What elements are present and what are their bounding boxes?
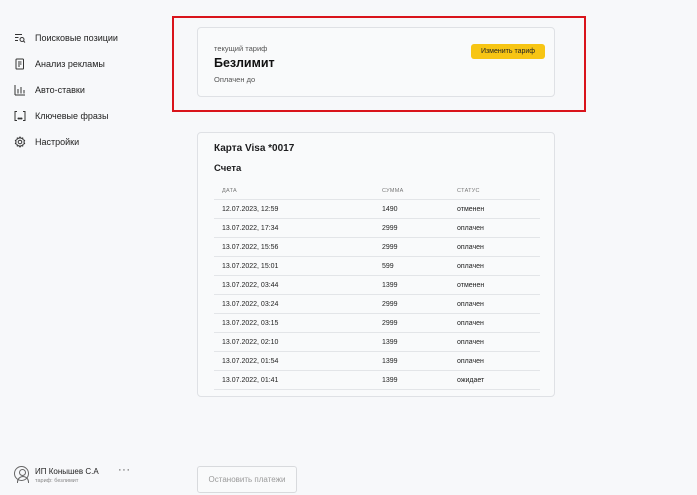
sidebar-item-ad-analysis[interactable]: Анализ рекламы <box>14 56 105 72</box>
sidebar: Поисковые позиции Анализ рекламы Авто-ст… <box>0 0 180 495</box>
row-status: отменен <box>457 205 485 213</box>
more-options-icon[interactable]: ··· <box>118 464 131 476</box>
row-date: 13.07.2022, 15:01 <box>222 262 279 270</box>
column-header-status: СТАТУС <box>457 187 480 194</box>
row-status: оплачен <box>457 243 484 251</box>
sidebar-item-key-phrases[interactable]: Ключевые фразы <box>14 108 108 124</box>
table-header: ДАТА СУММА СТАТУС <box>214 182 540 200</box>
row-date: 13.07.2022, 03:15 <box>222 319 279 327</box>
sidebar-item-label: Настройки <box>35 137 80 147</box>
sidebar-item-label: Ключевые фразы <box>35 111 109 121</box>
row-sum: 1399 <box>382 338 398 346</box>
row-status: оплачен <box>457 338 484 346</box>
row-date: 13.07.2022, 03:24 <box>222 300 279 308</box>
sidebar-item-label: Авто-ставки <box>35 85 85 95</box>
sidebar-item-auto-bids[interactable]: Авто-ставки <box>14 82 85 98</box>
row-sum: 2999 <box>382 300 398 308</box>
row-date: 13.07.2022, 01:54 <box>222 357 279 365</box>
tariff-card: текущий тариф Безлимит Оплачен до Измени… <box>197 27 555 97</box>
sidebar-item-label: Поисковые позиции <box>35 33 118 43</box>
row-sum: 2999 <box>382 243 398 251</box>
card-title: Карта Visa *0017 <box>214 143 295 154</box>
row-sum: 2999 <box>382 224 398 232</box>
table-row: 13.07.2022, 03:24 2999 оплачен <box>214 295 540 314</box>
row-date: 13.07.2022, 01:41 <box>222 376 279 384</box>
bills-table: ДАТА СУММА СТАТУС 12.07.2023, 12:59 1490… <box>214 182 540 390</box>
row-date: 12.07.2023, 12:59 <box>222 205 279 213</box>
row-status: оплачен <box>457 357 484 365</box>
row-status: оплачен <box>457 262 484 270</box>
row-sum: 2999 <box>382 319 398 327</box>
tariff-name: Безлимит <box>214 56 275 70</box>
tariff-label: текущий тариф <box>214 44 268 53</box>
table-row: 13.07.2022, 02:10 1399 оплачен <box>214 333 540 352</box>
table-row: 12.07.2023, 12:59 1490 отменен <box>214 200 540 219</box>
table-row: 13.07.2022, 01:41 1399 ожидает <box>214 371 540 390</box>
table-row: 13.07.2022, 03:44 1399 отменен <box>214 276 540 295</box>
sidebar-item-search-positions[interactable]: Поисковые позиции <box>14 30 118 46</box>
user-avatar-icon <box>14 466 29 483</box>
bills-title: Счета <box>214 163 242 174</box>
column-header-sum: СУММА <box>382 187 404 194</box>
row-sum: 1399 <box>382 281 398 289</box>
row-sum: 1399 <box>382 357 398 365</box>
stop-payments-button[interactable]: Остановить платежи <box>197 466 297 493</box>
row-date: 13.07.2022, 03:44 <box>222 281 279 289</box>
table-row: 13.07.2022, 03:15 2999 оплачен <box>214 314 540 333</box>
row-status: оплачен <box>457 319 484 327</box>
billing-card: Карта Visa *0017 Счета ДАТА СУММА СТАТУС… <box>197 132 555 397</box>
tariff-paid-until: Оплачен до <box>214 75 256 84</box>
user-name: ИП Конышев С.А <box>35 467 99 476</box>
document-icon <box>15 58 24 70</box>
table-row: 13.07.2022, 15:56 2999 оплачен <box>214 238 540 257</box>
row-status: оплачен <box>457 224 484 232</box>
row-date: 13.07.2022, 15:56 <box>222 243 279 251</box>
table-row: 13.07.2022, 01:54 1399 оплачен <box>214 352 540 371</box>
column-header-date: ДАТА <box>222 187 238 194</box>
row-sum: 1490 <box>382 205 398 213</box>
row-sum: 1399 <box>382 376 398 384</box>
bar-chart-icon <box>14 85 25 96</box>
row-date: 13.07.2022, 02:10 <box>222 338 279 346</box>
row-status: отменен <box>457 281 485 289</box>
row-date: 13.07.2022, 17:34 <box>222 224 279 232</box>
search-list-icon <box>15 34 26 43</box>
table-row: 13.07.2022, 15:01 599 оплачен <box>214 257 540 276</box>
sidebar-item-label: Анализ рекламы <box>35 59 105 69</box>
user-profile[interactable]: ИП Конышев С.А тариф: безлимит ··· <box>14 464 134 488</box>
row-status: оплачен <box>457 300 484 308</box>
row-sum: 599 <box>382 262 394 270</box>
change-tariff-button[interactable]: Изменить тариф <box>471 44 545 59</box>
row-status: ожидает <box>457 376 485 384</box>
sidebar-item-settings[interactable]: Настройки <box>14 134 79 150</box>
brackets-icon <box>14 111 26 121</box>
gear-icon <box>14 136 26 148</box>
user-plan: тариф: безлимит <box>35 478 79 484</box>
table-row: 13.07.2022, 17:34 2999 оплачен <box>214 219 540 238</box>
